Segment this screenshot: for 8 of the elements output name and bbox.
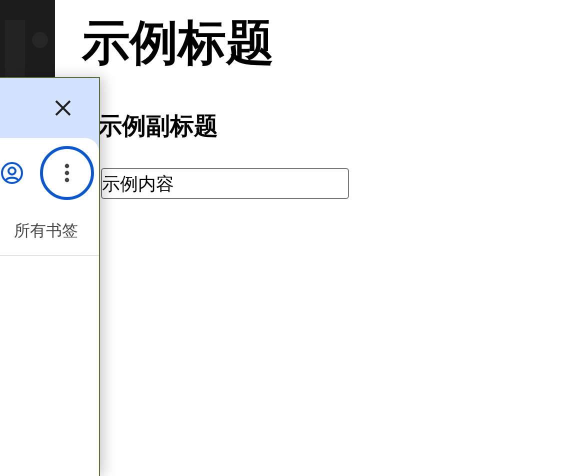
more-button[interactable] <box>40 146 94 200</box>
input-field[interactable]: 示例内容 <box>101 168 349 199</box>
all-bookmarks-label[interactable]: 所有书签 <box>14 220 78 244</box>
close-icon <box>54 99 72 117</box>
profile-icon[interactable] <box>0 161 24 185</box>
page-subtitle: 示例副标题 <box>98 112 218 142</box>
more-icon <box>64 163 70 183</box>
page-title: 示例标题 <box>82 16 274 72</box>
